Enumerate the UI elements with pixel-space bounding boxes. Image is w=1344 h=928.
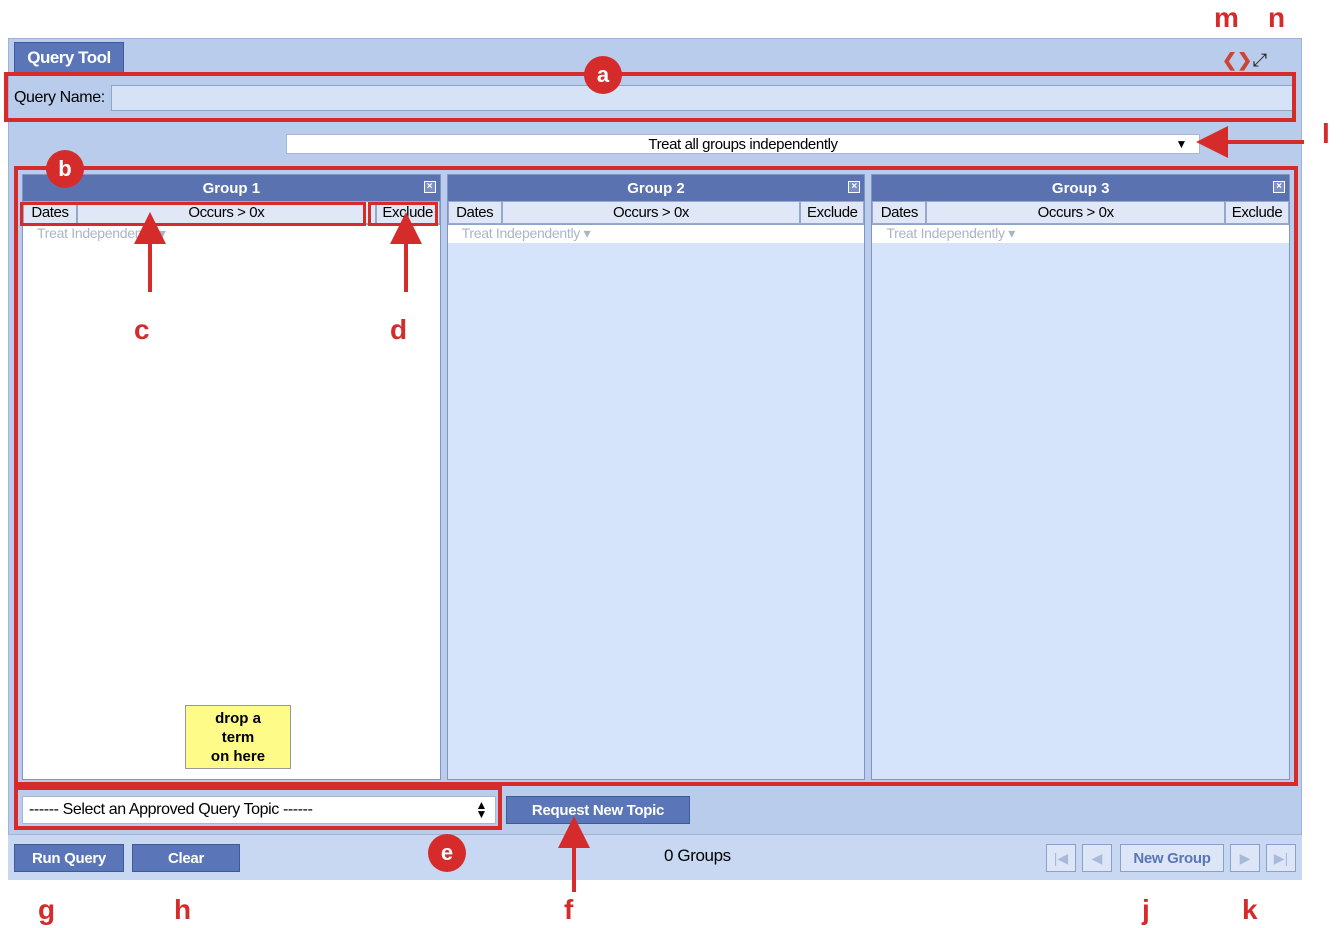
expand-icon[interactable]: ⤢ [1250,50,1270,70]
annotation-box-e [14,786,502,830]
annotation-letter-c: c [134,314,150,345]
request-topic-button[interactable]: Request New Topic [506,796,690,824]
annotation-box-c [20,202,366,226]
next-page-icon[interactable]: ▶ [1230,844,1260,872]
last-page-icon[interactable]: ▶| [1266,844,1296,872]
first-page-icon[interactable]: |◀ [1046,844,1076,872]
tab-query-tool[interactable]: Query Tool [14,42,124,74]
annotation-letter-n: n [1268,2,1286,33]
annotation-box-d [368,202,438,226]
annotation-marker-e: e [428,834,466,872]
annotation-marker-a: a [584,56,622,94]
top-icons: ❮❯ ⤢ [1222,50,1270,70]
run-query-button[interactable]: Run Query [14,844,124,872]
annotation-letter-j: j [1142,894,1150,925]
prev-page-icon[interactable]: ◀ [1082,844,1112,872]
annotation-letter-f: f [564,894,574,925]
annotation-letter-k: k [1242,894,1258,925]
document-icon[interactable]: ❮❯ [1222,50,1252,70]
annotation-letter-g: g [38,894,56,925]
annotation-letter-h: h [174,894,192,925]
group-count: 0 Groups [664,846,731,865]
annotation-marker-b: b [46,150,84,188]
group-combine-select[interactable]: Treat all groups independently ▼ [286,134,1200,154]
new-group-button[interactable]: New Group [1120,844,1224,872]
group-combine-value: Treat all groups independently [648,135,838,153]
annotation-letter-l: l [1322,118,1330,149]
annotation-box-b [14,166,1298,786]
annotation-box-a [4,72,1296,122]
annotation-letter-d: d [390,314,408,345]
annotation-letter-m: m [1214,2,1239,33]
clear-button[interactable]: Clear [132,844,240,872]
chevron-down-icon: ▼ [1175,137,1188,151]
